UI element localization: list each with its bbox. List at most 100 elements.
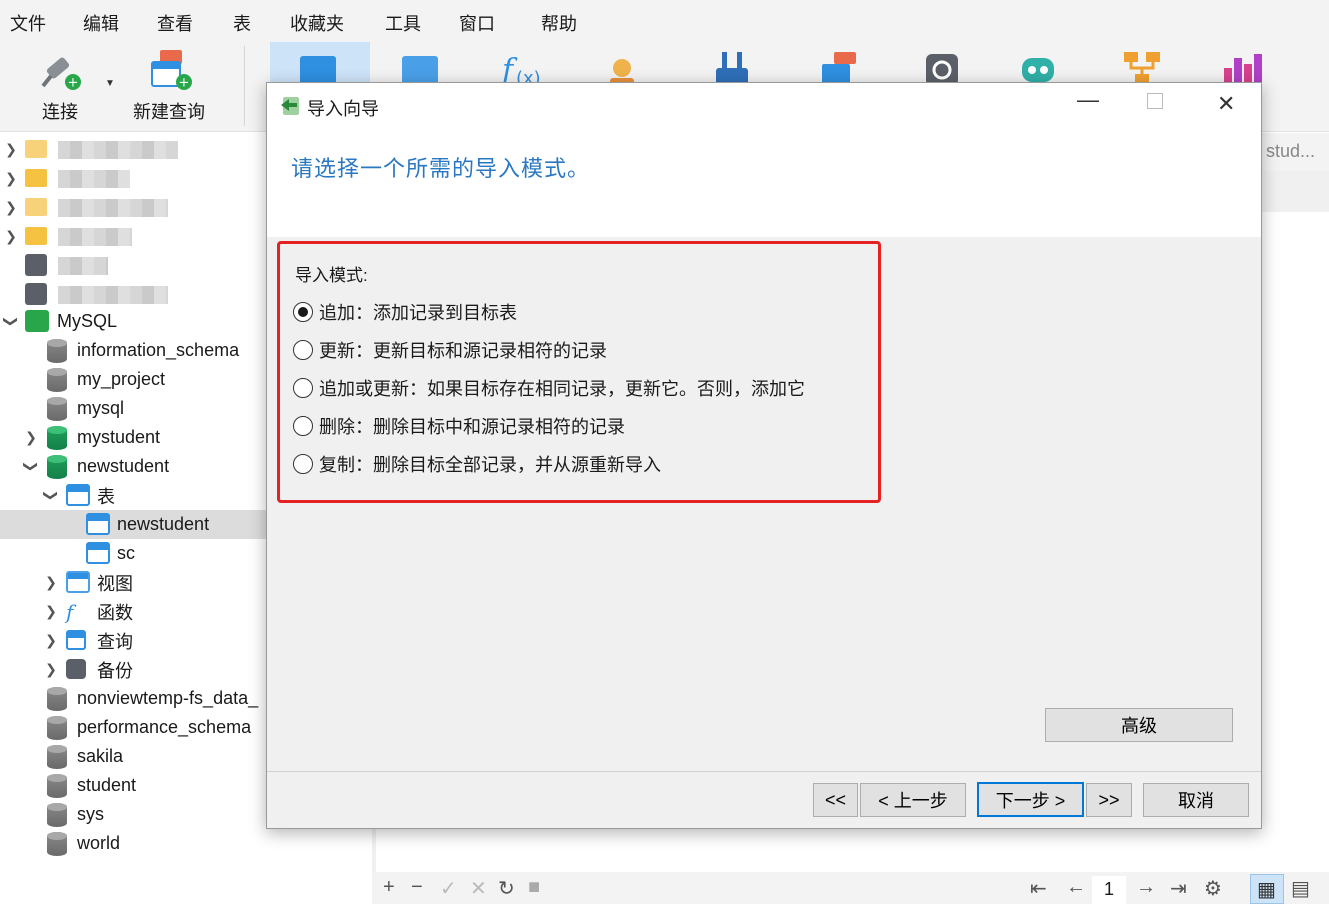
backup-tool-icon[interactable] (922, 48, 962, 86)
next-page-icon[interactable]: → (1136, 876, 1156, 899)
tree-row-db[interactable]: nonviewtemp-fs_data_ (0, 684, 266, 713)
tree-row-blurred[interactable] (0, 251, 266, 280)
chevron-right-icon: ❯ (45, 574, 57, 590)
tree-row-functions[interactable]: ❯ f 函数 (0, 597, 266, 626)
cancel-button[interactable]: 取消 (1143, 783, 1249, 817)
connect-button[interactable]: + 连接 (30, 42, 90, 130)
automation-tool-icon[interactable] (1018, 48, 1058, 86)
page-number[interactable]: 1 (1092, 876, 1126, 904)
radio-button[interactable] (293, 416, 313, 436)
add-record-icon[interactable]: + (383, 876, 395, 899)
menu-view[interactable]: 查看 (157, 10, 193, 36)
chevron-right-icon: ❯ (45, 603, 57, 619)
menu-bar: 文件 编辑 查看 表 收藏夹 工具 窗口 帮助 (0, 0, 1329, 42)
tree-row-table[interactable]: sc (0, 539, 266, 568)
refresh-icon[interactable]: ↻ (498, 876, 515, 901)
tree-row-db[interactable]: ❯ newstudent (0, 452, 266, 481)
tree-row-queries[interactable]: ❯ 查询 (0, 626, 266, 655)
radio-button[interactable] (293, 302, 313, 322)
menu-file[interactable]: 文件 (10, 10, 46, 36)
folder-icon (25, 140, 47, 158)
radio-button[interactable] (293, 454, 313, 474)
delete-record-icon[interactable]: − (411, 876, 423, 899)
new-query-button[interactable]: + 新建查询 (130, 42, 208, 130)
tree-row-views[interactable]: ❯ 视图 (0, 568, 266, 597)
svg-text:+: + (68, 76, 79, 91)
blurred-name (58, 286, 168, 304)
tree-label: student (77, 775, 137, 795)
dialog-titlebar: 导入向导 — ✕ (267, 83, 1261, 129)
chevron-down-icon: ❯ (23, 460, 40, 473)
blurred-name (58, 141, 178, 159)
grid-view-button[interactable]: ▦ (1250, 874, 1284, 904)
tree-label: sys (77, 804, 104, 824)
function-tool-icon[interactable]: f (x) (500, 48, 541, 89)
last-page-icon[interactable]: ⇥ (1170, 876, 1187, 901)
tree-row-db[interactable]: sys (0, 800, 266, 829)
connect-dropdown-icon[interactable]: ▼ (105, 78, 115, 89)
import-mode-label: 导入模式: (295, 266, 368, 285)
table-tool-icon[interactable] (298, 48, 338, 86)
tree-row-backups[interactable]: ❯ 备份 (0, 655, 266, 684)
tree-row-table-selected[interactable]: newstudent (0, 510, 266, 539)
radio-button[interactable] (293, 378, 313, 398)
advanced-button[interactable]: 高级 (1045, 708, 1233, 742)
settings-icon[interactable]: ⚙ (1204, 876, 1222, 901)
tree-row-db[interactable]: world (0, 829, 266, 858)
view-tool-icon[interactable] (400, 48, 440, 86)
tree-row-tables[interactable]: ❯ 表 (0, 481, 266, 510)
radio-append[interactable]: 追加：添加记录到目标表 (293, 299, 517, 325)
view-icon (66, 571, 90, 593)
tools-icon[interactable] (712, 48, 752, 86)
tree-row-db[interactable]: mysql (0, 394, 266, 423)
tree-label: mystudent (77, 427, 161, 447)
database-icon (47, 716, 67, 740)
tree-row-blurred[interactable]: ❯ (0, 135, 266, 164)
tree-row-blurred[interactable]: ❯ (0, 193, 266, 222)
first-page-icon[interactable]: ⇤ (1030, 876, 1047, 901)
tree-row-blurred[interactable]: ❯ (0, 222, 266, 251)
tree-row-db[interactable]: student (0, 771, 266, 800)
query-icon (66, 630, 86, 650)
radio-append-or-update[interactable]: 追加或更新：如果目标存在相同记录，更新它。否则，添加它 (293, 375, 805, 401)
first-step-button[interactable]: << (813, 783, 858, 817)
stop-icon[interactable]: ■ (528, 876, 540, 899)
query-tool-icon[interactable] (820, 48, 860, 86)
tree-row-blurred[interactable] (0, 280, 266, 309)
menu-favorites[interactable]: 收藏夹 (290, 10, 344, 36)
tree-label: 函数 (97, 602, 133, 623)
database-icon (47, 832, 67, 856)
form-view-icon[interactable]: ▤ (1291, 876, 1310, 901)
tree-row-blurred[interactable]: ❯ (0, 164, 266, 193)
tab-partial[interactable]: stud... (1262, 133, 1329, 171)
database-icon (47, 803, 67, 827)
prev-step-button[interactable]: < 上一步 (860, 783, 966, 817)
tree-row-db[interactable]: information_schema (0, 336, 266, 365)
menu-table[interactable]: 表 (233, 10, 251, 36)
tree-row-db[interactable]: ❯ mystudent (0, 423, 266, 452)
menu-help[interactable]: 帮助 (541, 10, 577, 36)
apply-icon[interactable]: ✓ (440, 876, 457, 901)
tree-row-db[interactable]: performance_schema (0, 713, 266, 742)
discard-icon[interactable]: ✕ (470, 876, 487, 901)
radio-copy[interactable]: 复制：删除目标全部记录，并从源重新导入 (293, 451, 661, 477)
radio-update[interactable]: 更新：更新目标和源记录相符的记录 (293, 337, 607, 363)
next-step-button[interactable]: 下一步 > (977, 782, 1084, 817)
radio-button[interactable] (293, 340, 313, 360)
model-tool-icon[interactable] (1122, 48, 1162, 86)
tree-row-db[interactable]: my_project (0, 365, 266, 394)
last-step-button[interactable]: >> (1086, 783, 1132, 817)
close-icon[interactable]: ✕ (1217, 91, 1235, 117)
radio-label: 删除：删除目标中和源记录相符的记录 (319, 417, 625, 437)
tree-row-db[interactable]: sakila (0, 742, 266, 771)
menu-edit[interactable]: 编辑 (83, 10, 119, 36)
chart-tool-icon[interactable] (1222, 48, 1262, 86)
tree-row-mysql[interactable]: ❯ MySQL (0, 307, 266, 336)
user-tool-icon[interactable] (602, 48, 642, 86)
radio-delete[interactable]: 删除：删除目标中和源记录相符的记录 (293, 413, 625, 439)
maximize-icon[interactable] (1147, 93, 1163, 109)
minimize-icon[interactable]: — (1077, 87, 1099, 113)
prev-page-icon[interactable]: ← (1066, 876, 1086, 899)
menu-tools[interactable]: 工具 (385, 10, 421, 36)
menu-window[interactable]: 窗口 (459, 10, 495, 36)
